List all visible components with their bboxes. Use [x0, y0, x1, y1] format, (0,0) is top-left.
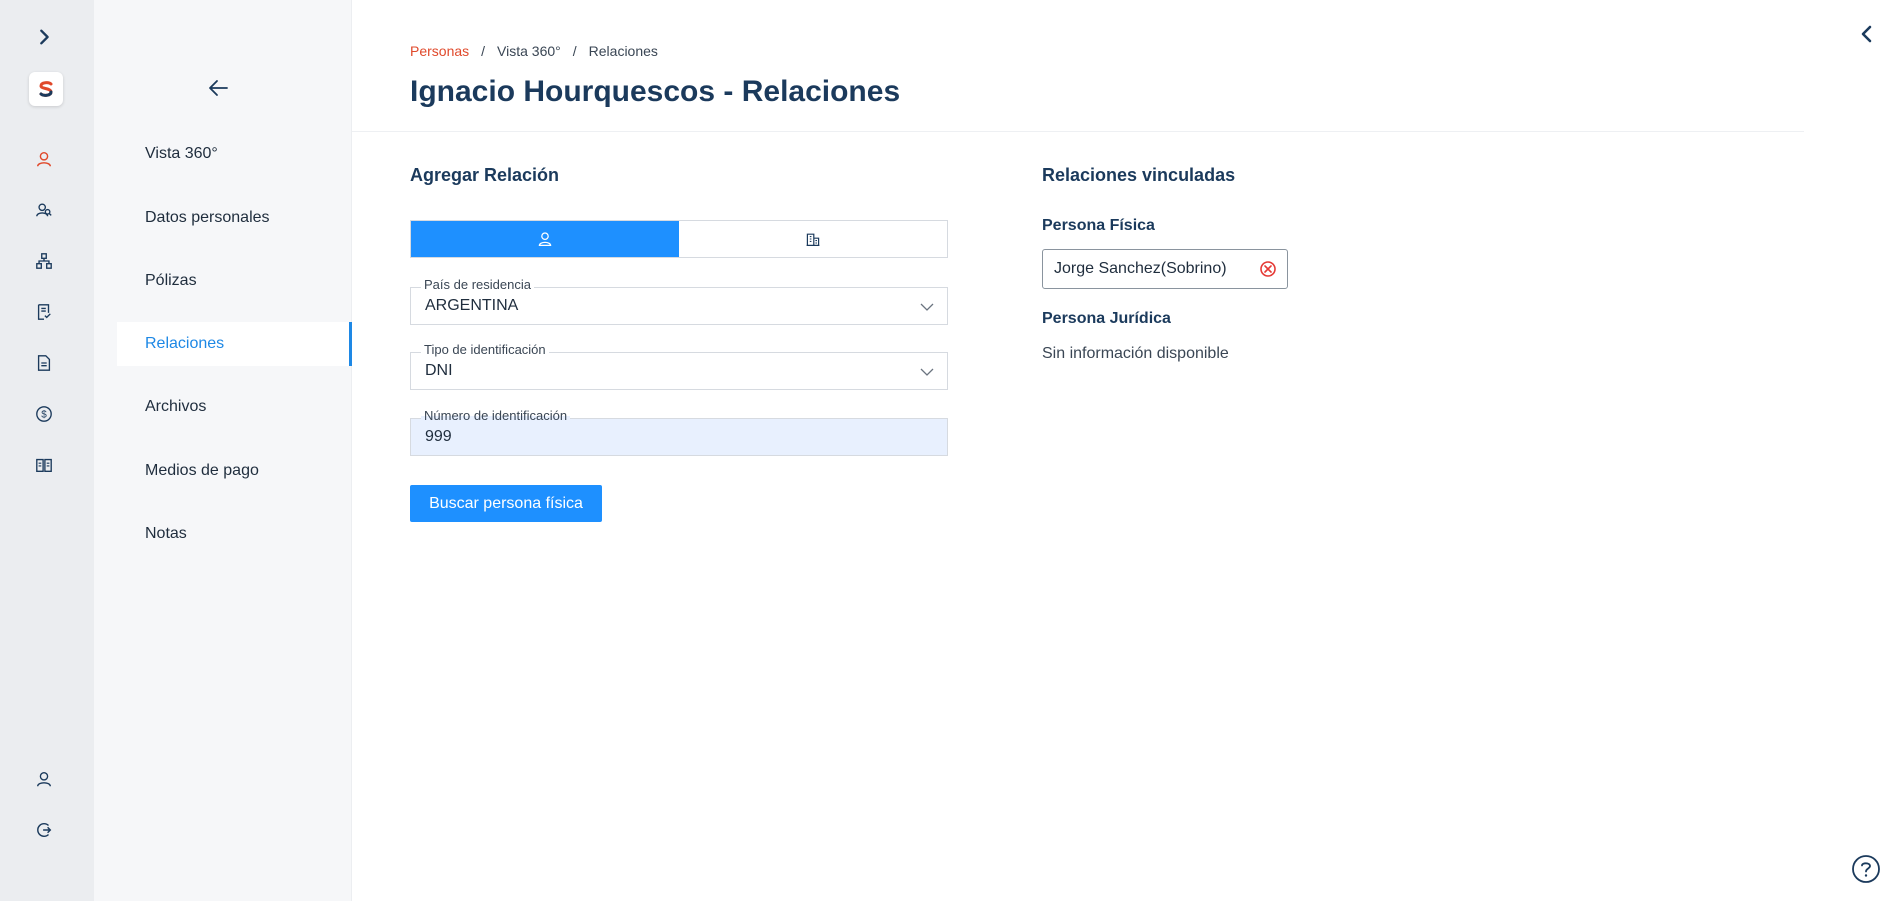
- add-relation-title: Agregar Relación: [410, 165, 560, 185]
- back-button[interactable]: [202, 76, 234, 100]
- person-icon: [36, 151, 52, 167]
- subnav-label: Medios de pago: [145, 462, 259, 479]
- receipt-icon: [37, 304, 51, 320]
- dollar-icon: $: [36, 406, 52, 422]
- person-icon: [538, 232, 552, 247]
- country-value: ARGENTINA: [425, 297, 519, 314]
- chevron-left-icon: [1861, 25, 1872, 43]
- arrow-left-icon: [209, 80, 228, 96]
- subnav-label: Relaciones: [145, 335, 225, 352]
- chevron-down-icon: [920, 368, 934, 376]
- person-type-toggle: [410, 220, 948, 258]
- icon-rail: $: [0, 0, 94, 901]
- people-search-icon: [36, 203, 52, 217]
- rail-logout[interactable]: [27, 813, 61, 847]
- user-account-icon: [37, 772, 51, 787]
- toggle-legal-person[interactable]: [679, 221, 947, 257]
- remove-circle-icon[interactable]: [1259, 260, 1277, 278]
- subnav-label: Pólizas: [145, 272, 197, 289]
- search-natural-person-button[interactable]: Buscar persona física: [410, 485, 602, 522]
- rail-people-search[interactable]: [27, 193, 61, 227]
- app-logo[interactable]: [29, 72, 63, 106]
- breadcrumb-personas[interactable]: Personas: [410, 43, 469, 59]
- legal-person-empty-message: Sin información disponible: [1042, 345, 1229, 362]
- breadcrumb: Personas / Vista 360° / Relaciones: [410, 43, 658, 59]
- toggle-natural-person[interactable]: [411, 221, 679, 257]
- rail-documents[interactable]: [27, 346, 61, 380]
- building-icon: [806, 233, 820, 246]
- linked-person-chip: Jorge Sanchez(Sobrino): [1042, 249, 1288, 289]
- hierarchy-icon: [36, 253, 52, 269]
- rail-persons[interactable]: [27, 142, 61, 176]
- subnav-item-polizas[interactable]: Pólizas: [117, 259, 352, 303]
- linked-relations-title: Relaciones vinculadas: [1042, 165, 1236, 185]
- breadcrumb-relaciones: Relaciones: [588, 43, 658, 59]
- id-number-value: 999: [425, 428, 452, 445]
- page-title: Ignacio Hourquescos - Relaciones: [410, 75, 901, 108]
- subnav-item-notas[interactable]: Notas: [117, 512, 352, 556]
- document-icon: [37, 355, 51, 371]
- id-number-label: Número de identificación: [421, 408, 571, 423]
- person-subnav: Vista 360° Datos personales Pólizas Rela…: [94, 0, 352, 901]
- breadcrumb-separator: /: [481, 43, 486, 59]
- chevron-down-icon: [920, 303, 934, 311]
- linked-person-name: Jorge Sanchez(Sobrino): [1054, 260, 1227, 277]
- id-type-label: Tipo de identificación: [421, 342, 549, 357]
- subnav-label: Vista 360°: [145, 145, 218, 162]
- id-type-value: DNI: [425, 362, 453, 379]
- subnav-label: Datos personales: [145, 209, 270, 226]
- help-icon[interactable]: [1851, 854, 1881, 884]
- rail-catalog[interactable]: [27, 448, 61, 482]
- logo-s-icon: [39, 81, 53, 97]
- legal-person-title: Persona Jurídica: [1042, 310, 1171, 327]
- rail-hierarchy[interactable]: [27, 244, 61, 278]
- id-number-input[interactable]: Número de identificación 999: [410, 408, 948, 456]
- svg-text:$: $: [41, 410, 47, 421]
- id-type-select[interactable]: Tipo de identificación DNI: [410, 342, 948, 390]
- subnav-label: Archivos: [145, 398, 207, 415]
- subnav-item-vista-360[interactable]: Vista 360°: [117, 132, 352, 176]
- collapse-panel-button[interactable]: [1852, 20, 1880, 48]
- logout-icon: [37, 823, 52, 837]
- subnav-label: Notas: [145, 525, 187, 542]
- book-icon: [36, 458, 52, 472]
- natural-person-title: Persona Física: [1042, 217, 1155, 234]
- header-divider: [352, 131, 1804, 132]
- subnav-item-medios-de-pago[interactable]: Medios de pago: [117, 449, 352, 493]
- subnav-item-archivos[interactable]: Archivos: [117, 385, 352, 429]
- subnav-item-datos-personales[interactable]: Datos personales: [117, 196, 352, 240]
- chevron-right-icon: [40, 29, 49, 45]
- expand-menu-button[interactable]: [27, 20, 61, 54]
- country-label: País de residencia: [421, 277, 534, 292]
- breadcrumb-separator: /: [572, 43, 577, 59]
- country-select[interactable]: País de residencia ARGENTINA: [410, 277, 948, 325]
- rail-user-account[interactable]: [27, 762, 61, 796]
- rail-receipts[interactable]: [27, 295, 61, 329]
- subnav-item-relaciones[interactable]: Relaciones: [117, 322, 352, 366]
- breadcrumb-vista-360[interactable]: Vista 360°: [497, 43, 561, 59]
- rail-payments[interactable]: $: [27, 397, 61, 431]
